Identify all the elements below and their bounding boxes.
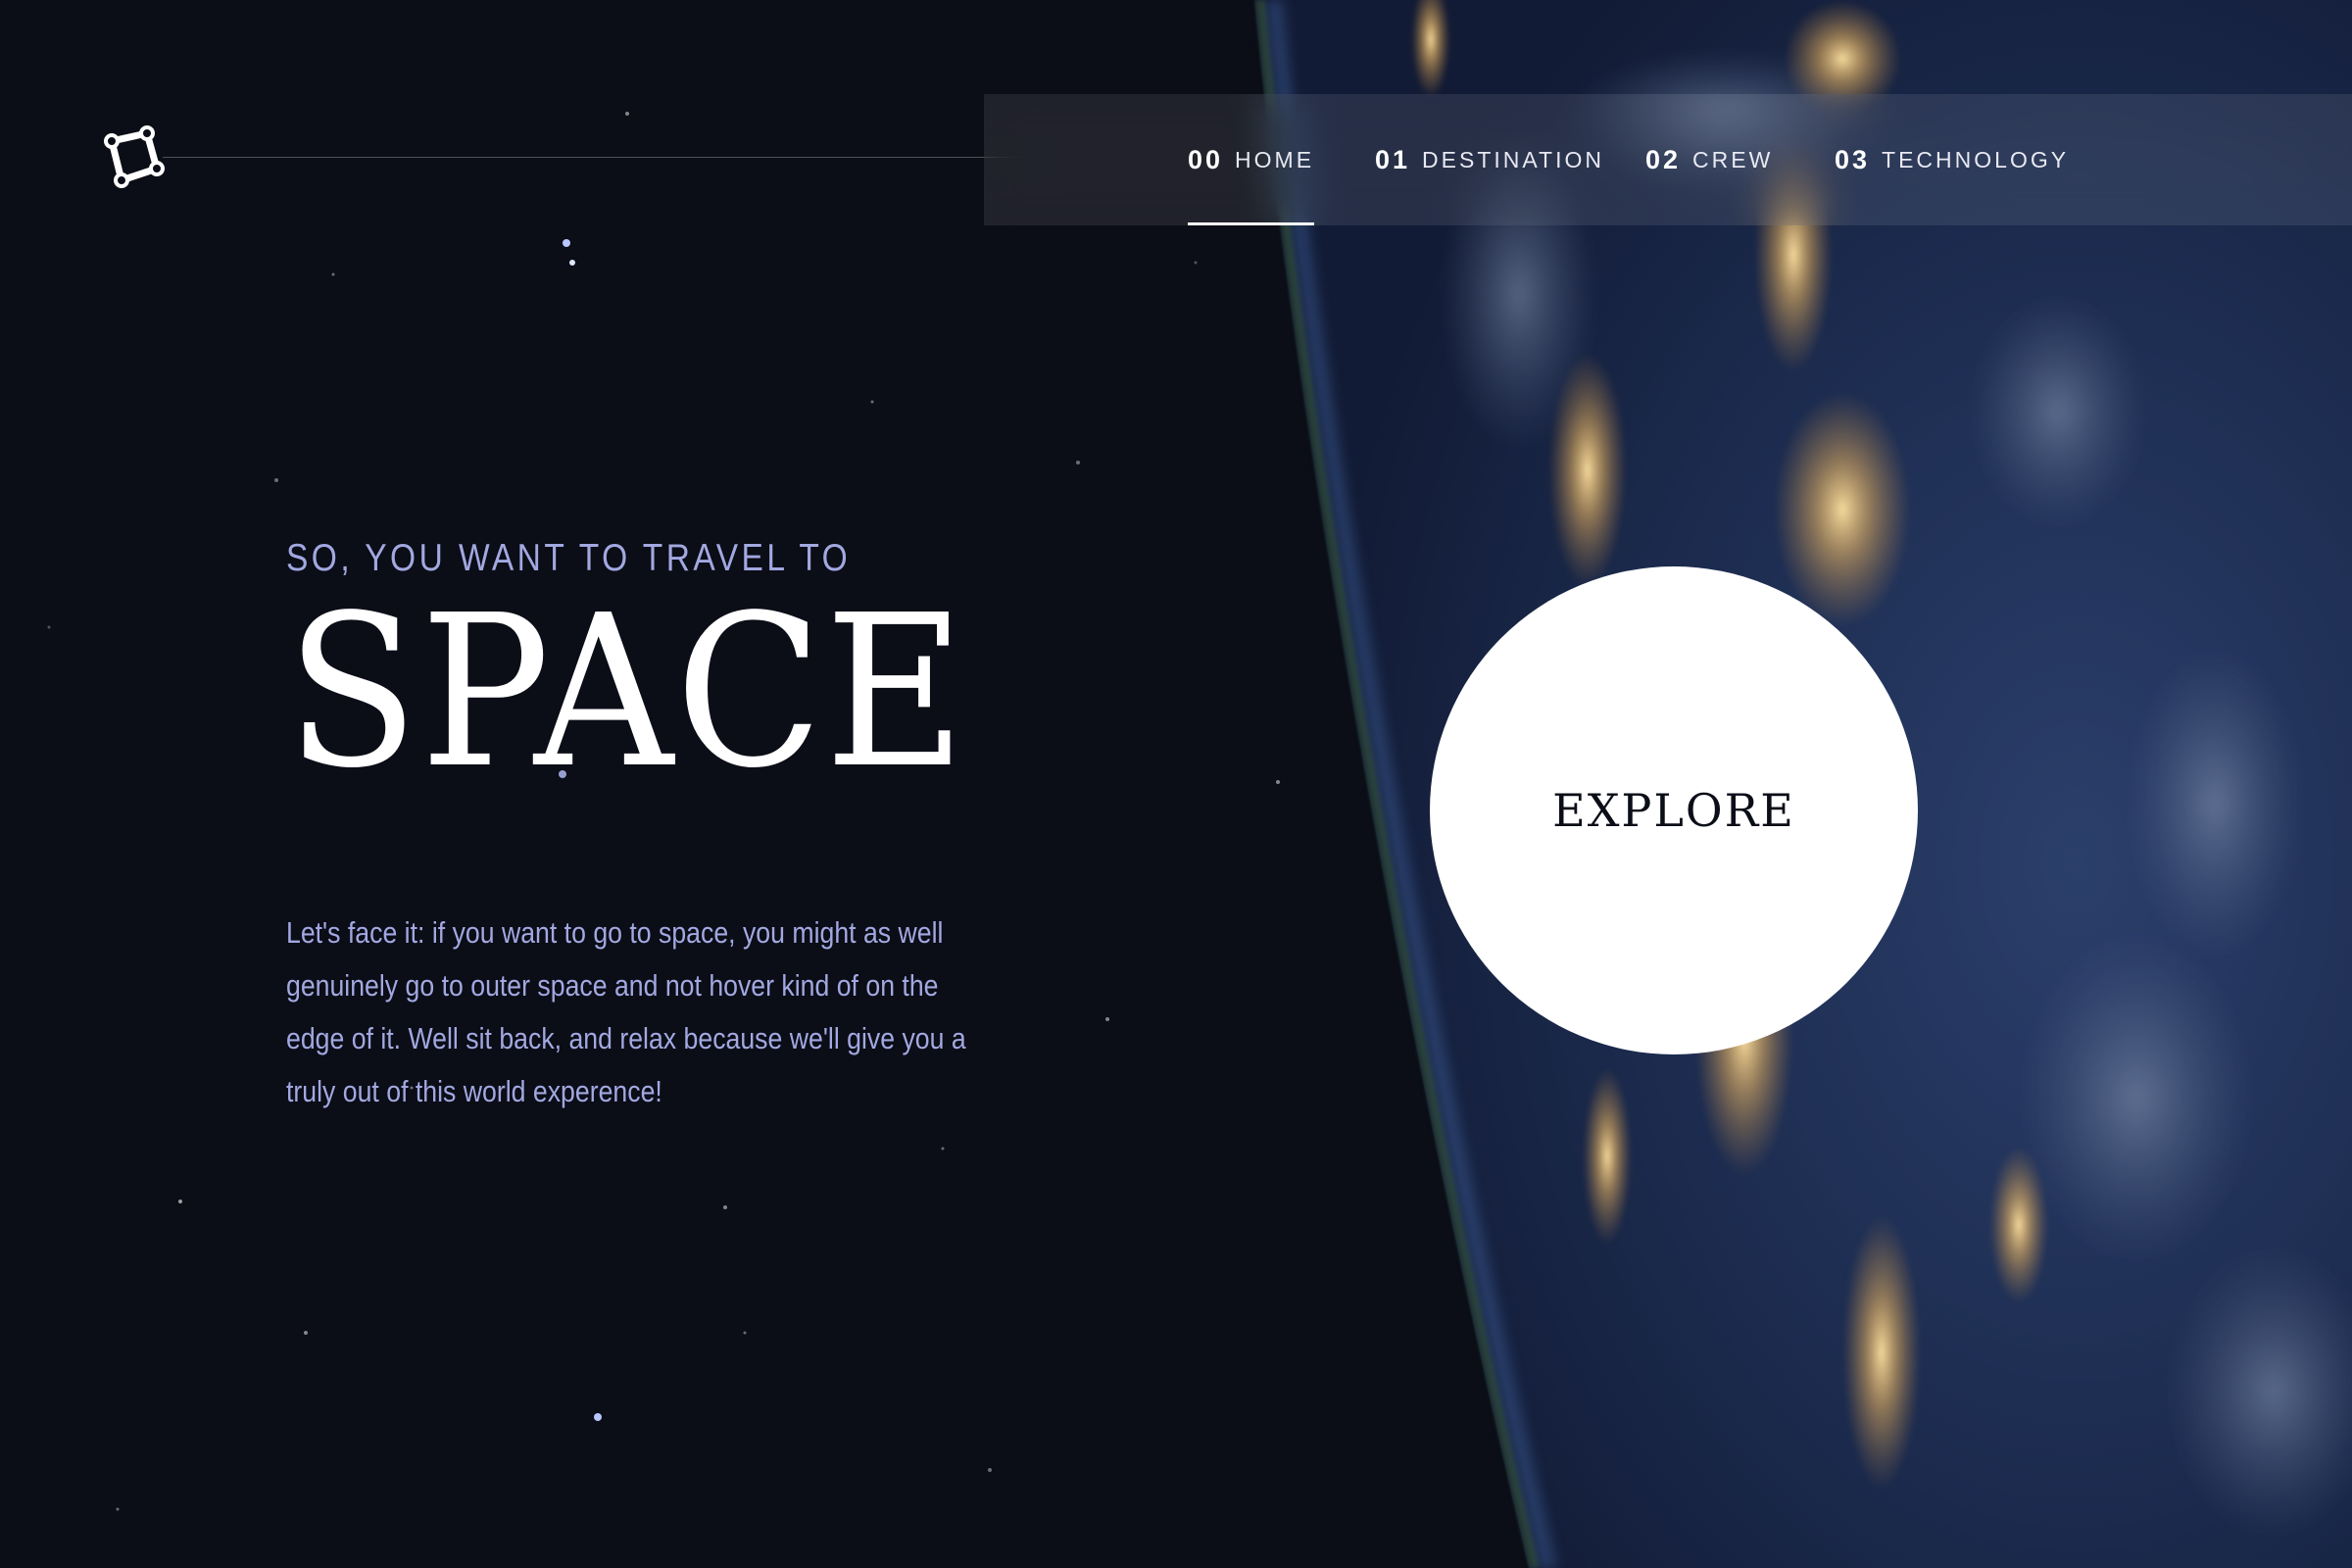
nav-item-number: 03 [1835, 144, 1871, 174]
nav-item-technology[interactable]: 03 TECHNOLOGY [1835, 94, 2069, 225]
logo-icon[interactable] [102, 125, 165, 188]
hero-title: SPACE [286, 570, 968, 814]
nav-item-destination[interactable]: 01 DESTINATION [1375, 94, 1604, 225]
main-navigation: 00 HOME 01 DESTINATION 02 CREW 03 TECHNO… [984, 94, 2352, 225]
header-divider-line [163, 157, 1049, 158]
explore-button-label: EXPLORE [1552, 784, 1795, 837]
explore-button[interactable]: EXPLORE [1430, 566, 1918, 1054]
nav-item-label: DESTINATION [1422, 146, 1604, 172]
star-logo-icon [104, 125, 165, 188]
nav-item-crew[interactable]: 02 CREW [1645, 94, 1773, 225]
nav-item-number: 02 [1645, 144, 1682, 174]
nav-item-number: 00 [1188, 144, 1224, 174]
nav-item-label: CREW [1692, 146, 1774, 172]
nav-item-label: HOME [1235, 146, 1315, 172]
hero-description: Let's face it: if you want to go to spac… [286, 915, 966, 1108]
nav-item-label: TECHNOLOGY [1882, 146, 2070, 172]
nav-item-number: 01 [1375, 144, 1411, 174]
nav-item-home[interactable]: 00 HOME [1188, 94, 1315, 225]
